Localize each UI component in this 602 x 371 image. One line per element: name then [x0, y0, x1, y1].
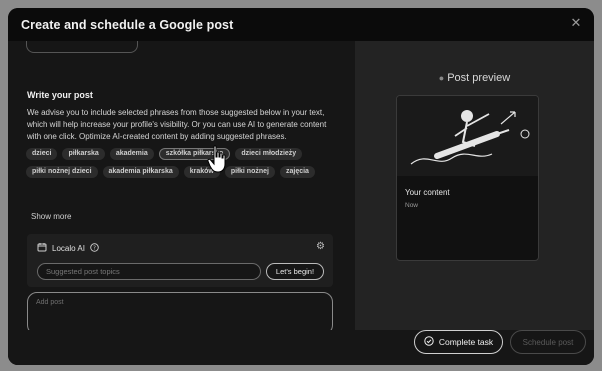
settings-icon[interactable]: ⚙ [316, 241, 325, 252]
ai-panel: Localo AI ? ⚙ Suggested post topics Let'… [27, 234, 333, 287]
schedule-post-button[interactable]: Schedule post [510, 330, 586, 354]
phrase-row: piłki nożnej dzieci akademia piłkarska k… [26, 166, 344, 178]
show-more-link[interactable]: Show more [31, 212, 71, 221]
complete-task-label: Complete task [438, 337, 494, 347]
modal-title: Create and schedule a Google post [21, 17, 234, 32]
phrase-chip[interactable]: akademia piłkarska [102, 166, 179, 178]
preview-content-label: Your content [405, 188, 450, 197]
post-textarea[interactable]: Add post [27, 292, 333, 335]
cut-off-field[interactable] [26, 41, 138, 53]
phrase-chip[interactable]: akademia [109, 148, 154, 160]
phrase-chip[interactable]: dzieci młodzieży [235, 148, 303, 160]
write-post-heading: Write your post [27, 90, 93, 100]
hand-cursor-icon [206, 144, 230, 174]
phrase-chip[interactable]: dzieci [26, 148, 58, 160]
preview-illustration [397, 96, 538, 176]
complete-task-button[interactable]: Complete task [414, 330, 503, 354]
post-preview-card: Your content Now [396, 95, 539, 261]
preview-panel: ● Post preview Your content Now [355, 41, 594, 365]
close-icon[interactable]: ✕ [569, 16, 583, 30]
ai-header: Localo AI ? [37, 242, 99, 254]
advice-text: We advise you to include selected phrase… [27, 108, 327, 141]
lets-begin-button[interactable]: Let's begin! [266, 263, 324, 280]
phrase-chip[interactable]: piłkarska [62, 148, 105, 160]
phrase-chip[interactable]: piłki nożnej [224, 166, 275, 178]
preview-time: Now [405, 202, 419, 209]
suggested-phrases: dzieci piłkarska akademia szkółka piłkar… [26, 148, 344, 184]
help-icon[interactable]: ? [90, 242, 99, 254]
compose-panel: Write your post We advise you to include… [8, 41, 355, 365]
eye-icon: ● [438, 73, 445, 83]
modal-header: Create and schedule a Google post ✕ [8, 8, 594, 41]
calendar-icon [37, 242, 47, 254]
svg-text:?: ? [93, 245, 96, 251]
preview-heading: ● Post preview [355, 72, 594, 84]
preview-title-text: Post preview [447, 72, 511, 84]
create-post-modal: Create and schedule a Google post ✕ Writ… [8, 8, 594, 365]
phrase-row: dzieci piłkarska akademia szkółka piłkar… [26, 148, 344, 160]
topics-input[interactable]: Suggested post topics [37, 263, 261, 280]
phrase-chip[interactable]: zajęcia [279, 166, 315, 178]
modal-footer [8, 330, 594, 365]
ai-label: Localo AI [52, 243, 85, 253]
check-circle-icon [424, 336, 434, 348]
phrase-chip[interactable]: piłki nożnej dzieci [26, 166, 98, 178]
